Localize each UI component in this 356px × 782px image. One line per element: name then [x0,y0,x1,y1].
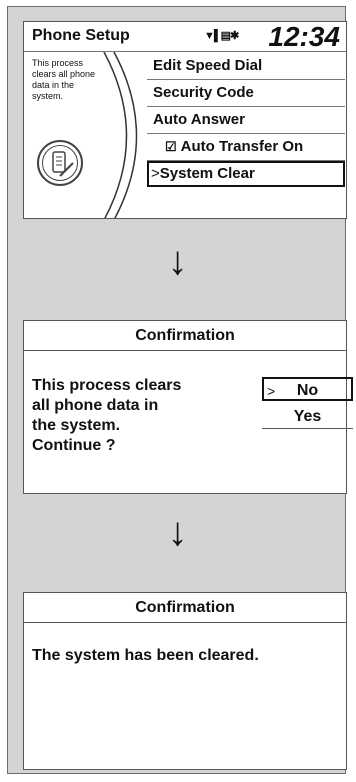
selection-caret: > [267,383,276,399]
menu-item-label: Auto Answer [153,111,245,128]
header-bar: Phone Setup ▼▌▤✱ 12:34 [24,22,346,52]
screen-title: Phone Setup [32,27,130,44]
no-button-label: No [296,382,319,399]
message-line: This process clears [32,377,182,394]
confirmation-dialog: Confirmation This process clears all pho… [23,320,353,494]
dialog-title: Confirmation [24,593,346,623]
message-line: all phone data in [32,397,159,414]
phone-setup-screen: Phone Setup ▼▌▤✱ 12:34 This process clea… [23,21,347,219]
no-button[interactable]: > No [262,377,353,401]
clock: 12:34 [268,21,340,52]
menu-item-system-clear[interactable]: >System Clear [147,161,345,187]
menu-item-label: System Clear [159,165,255,182]
menu-item-security-code[interactable]: Security Code [147,80,345,107]
menu-item-label: Security Code [153,84,254,101]
cleared-message: The system has been cleared. [32,647,259,664]
message-line: Continue ? [32,437,116,454]
menu-item-auto-answer[interactable]: Auto Answer [147,107,345,134]
diagram-frame: Phone Setup ▼▌▤✱ 12:34 This process clea… [7,6,353,774]
down-arrow-icon: ↓ [167,239,188,283]
selection-caret: > [151,165,160,182]
message-line: the system. [32,417,121,434]
info-pane: This process clears all phone data in th… [24,52,144,218]
checkbox-checked-icon: ☑ [165,139,177,154]
menu-item-label: Auto Transfer On [180,138,304,155]
yes-button[interactable]: Yes [262,405,353,429]
menu-item-auto-transfer[interactable]: ☑ Auto Transfer On [147,134,345,161]
menu-item-label: Edit Speed Dial [153,57,263,74]
menu-item-edit-speed-dial[interactable]: Edit Speed Dial [147,53,345,80]
down-arrow-icon: ↓ [167,510,188,554]
info-pane-divider [103,52,138,218]
setup-menu: Edit Speed Dial Security Code Auto Answe… [147,53,345,187]
status-icons: ▼▌▤✱ [204,30,239,42]
cleared-dialog: Confirmation The system has been cleared… [23,592,347,770]
dialog-title: Confirmation [24,321,346,351]
dialog-message: This process clears all phone data in th… [32,376,181,456]
handset-icon [52,151,74,177]
yes-button-label: Yes [293,408,322,425]
